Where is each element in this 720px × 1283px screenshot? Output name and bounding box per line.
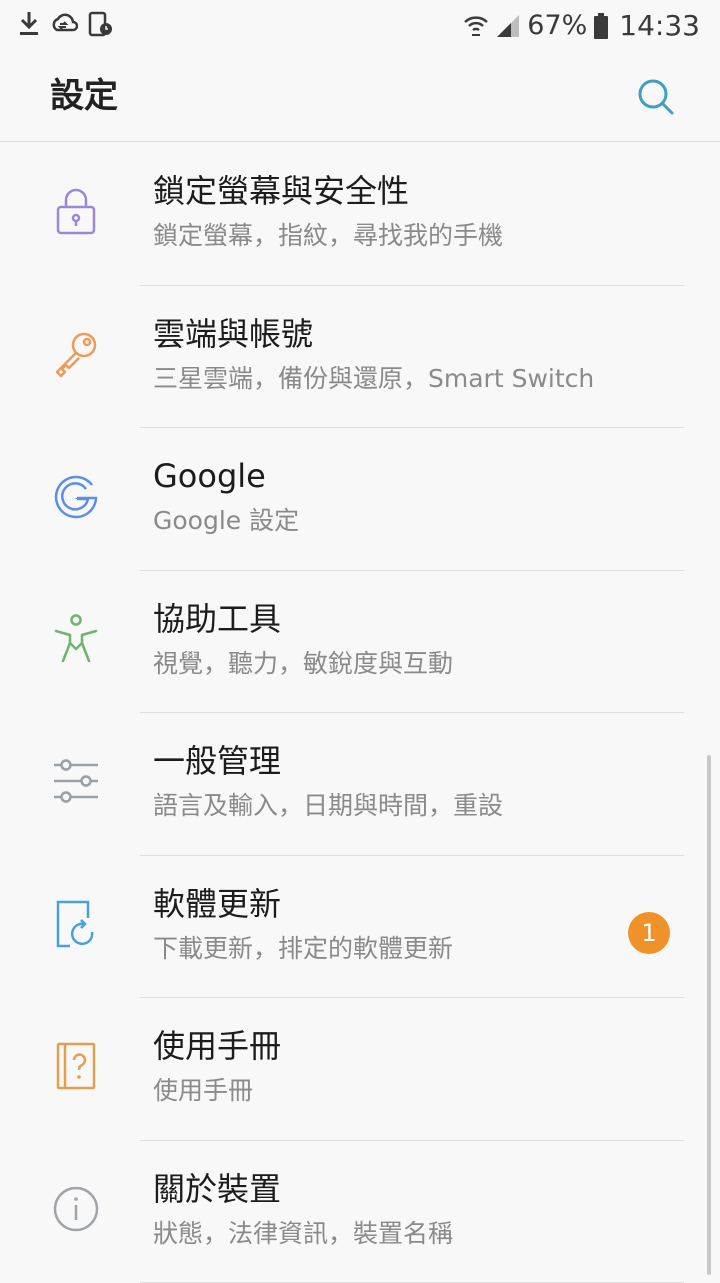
settings-item-user-manual[interactable]: 使用手冊 使用手冊 [0, 998, 720, 1141]
settings-list: 鎖定螢幕與安全性 鎖定螢幕，指紋，尋找我的手機 雲端與帳號 三星雲端，備份與還原… [0, 143, 720, 1283]
item-title: 使用手冊 [153, 1026, 281, 1066]
item-title: Google [153, 456, 266, 496]
lock-icon [48, 183, 104, 239]
download-icon [18, 10, 40, 38]
scrollbar[interactable] [707, 755, 711, 1275]
item-title: 雲端與帳號 [153, 314, 313, 354]
info-icon [48, 1181, 104, 1237]
accessibility-icon [48, 611, 104, 667]
item-title: 協助工具 [153, 599, 281, 639]
update-count-badge: 1 [628, 912, 670, 954]
signal-icon [495, 13, 521, 39]
item-subtitle: 視覺，聽力，敏銳度與互動 [153, 648, 453, 680]
settings-item-accessibility[interactable]: 協助工具 視覺，聽力，敏銳度與互動 [0, 571, 720, 714]
google-icon [48, 468, 104, 524]
clock: 14:33 [619, 8, 700, 44]
wifi-icon [463, 13, 489, 39]
battery-percent: 67% [527, 8, 587, 44]
settings-item-google[interactable]: Google Google 設定 [0, 428, 720, 571]
user-manual-icon [48, 1038, 104, 1094]
item-title: 軟體更新 [153, 884, 281, 924]
software-update-icon [48, 896, 104, 952]
item-subtitle: 三星雲端，備份與還原，Smart Switch [153, 363, 594, 395]
settings-item-software-update[interactable]: 軟體更新 下載更新，排定的軟體更新 1 [0, 856, 720, 999]
sliders-icon [48, 753, 104, 809]
settings-item-lock-screen[interactable]: 鎖定螢幕與安全性 鎖定螢幕，指紋，尋找我的手機 [0, 143, 720, 286]
item-subtitle: 狀態，法律資訊，裝置名稱 [153, 1218, 453, 1250]
cloud-sync-icon [50, 10, 78, 38]
search-icon [632, 74, 680, 122]
status-bar: 67% 14:33 [0, 0, 720, 52]
page-title: 設定 [50, 74, 118, 118]
system-icons: 67% 14:33 [463, 8, 700, 44]
item-subtitle: 使用手冊 [153, 1075, 253, 1107]
item-subtitle: 鎖定螢幕，指紋，尋找我的手機 [153, 220, 503, 252]
item-subtitle: 語言及輸入，日期與時間，重設 [153, 790, 503, 822]
settings-item-general-management[interactable]: 一般管理 語言及輸入，日期與時間，重設 [0, 713, 720, 856]
search-button[interactable] [632, 74, 680, 122]
app-bar: 設定 [0, 52, 720, 142]
item-subtitle: 下載更新，排定的軟體更新 [153, 933, 453, 965]
item-title: 關於裝置 [153, 1169, 281, 1209]
item-subtitle: Google 設定 [153, 505, 299, 537]
screen-timer-icon [88, 10, 114, 38]
item-title: 鎖定螢幕與安全性 [153, 171, 409, 211]
settings-item-about-device[interactable]: 關於裝置 狀態，法律資訊，裝置名稱 [0, 1141, 720, 1283]
battery-icon [593, 12, 609, 40]
notification-icons [18, 10, 114, 38]
item-title: 一般管理 [153, 741, 281, 781]
key-icon [48, 326, 104, 382]
settings-item-cloud-accounts[interactable]: 雲端與帳號 三星雲端，備份與還原，Smart Switch [0, 286, 720, 429]
